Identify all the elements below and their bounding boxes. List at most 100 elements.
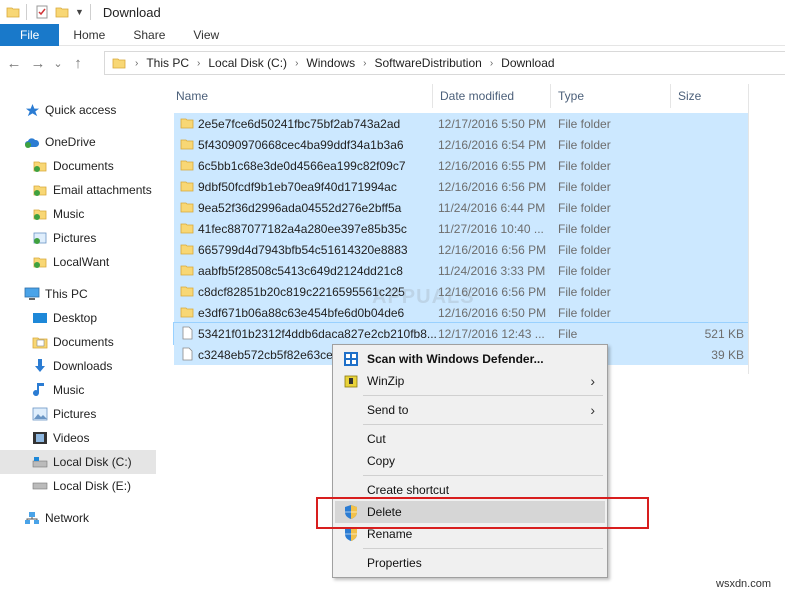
menu-item-winzip[interactable]: WinZip › — [335, 370, 605, 392]
table-row[interactable]: 53421f01b2312f4ddb6daca827e2cb210fb8... 1… — [173, 322, 749, 345]
music-note-icon — [32, 382, 48, 398]
back-arrow-icon: ← — [6, 54, 22, 72]
file-type: File folder — [558, 242, 611, 257]
customize-dropdown-icon[interactable]: ▼ — [75, 7, 84, 17]
sidebar-item-music-onedrive[interactable]: Music — [32, 202, 84, 226]
back-button[interactable]: ← — [4, 53, 24, 73]
folder-icon — [180, 223, 194, 234]
tab-home[interactable]: Home — [59, 24, 119, 46]
breadcrumb-softwaredistribution[interactable]: SoftwareDistribution — [374, 56, 481, 70]
pictures-synced-icon — [32, 230, 48, 246]
title-separator-2 — [89, 4, 91, 20]
table-row[interactable]: 5f43090970668cec4ba99ddf34a1b3a6 12/16/20… — [174, 134, 748, 155]
sidebar-item-label: OneDrive — [45, 135, 96, 149]
menu-item-properties[interactable]: Properties — [335, 552, 605, 574]
breadcrumb-separator-icon: › — [489, 57, 494, 69]
sidebar-item-email-attachments[interactable]: Email attachments — [32, 178, 152, 202]
forward-button[interactable]: → — [28, 53, 48, 73]
winzip-icon — [344, 375, 358, 388]
sidebar-item-this-pc[interactable]: This PC — [24, 282, 88, 306]
date-modified: 11/24/2016 6:44 PM — [438, 200, 546, 215]
table-row[interactable]: 9ea52f36d2996ada04552d276e2bff5a 11/24/20… — [174, 197, 748, 218]
sidebar-item-pictures[interactable]: Pictures — [32, 402, 96, 426]
menu-item-copy[interactable]: Copy — [335, 450, 605, 472]
folder-icon — [180, 160, 194, 171]
file-size: 39 KB — [711, 347, 744, 362]
tab-share[interactable]: Share — [119, 24, 179, 46]
sidebar-item-label: This PC — [45, 287, 88, 301]
drive-icon — [32, 478, 48, 494]
chevron-down-icon: ⌄ — [53, 57, 63, 70]
submenu-arrow-icon: › — [590, 373, 595, 389]
sidebar-item-localwant[interactable]: LocalWant — [32, 250, 109, 274]
folder-icon — [180, 286, 194, 297]
sidebar-item-local-disk-c[interactable]: Local Disk (C:) — [0, 450, 156, 474]
folder-synced-icon — [32, 254, 48, 270]
properties-check-icon[interactable] — [35, 5, 49, 19]
table-row[interactable]: aabfb5f28508c5413c649d2124dd21c8 11/24/20… — [174, 260, 748, 281]
ribbon-tabs: File Home Share View — [0, 24, 785, 46]
breadcrumb-this-pc[interactable]: This PC — [146, 56, 189, 70]
table-row[interactable]: 665799d4d7943bfb54c51614320e8883 12/16/20… — [174, 239, 748, 260]
folder-synced-icon — [32, 182, 48, 198]
drive-windows-icon — [32, 454, 48, 470]
sidebar-item-label: LocalWant — [53, 255, 110, 269]
file-type: File folder — [558, 200, 611, 215]
table-row[interactable]: 9dbf50fcdf9b1eb70ea9f40d171994ac 12/16/20… — [174, 176, 748, 197]
documents-icon — [32, 334, 48, 350]
menu-item-label: Cut — [367, 432, 386, 446]
folder-icon — [180, 307, 194, 318]
table-row[interactable]: 6c5bb1c68e3de0d4566ea199c82f09c7 12/16/20… — [174, 155, 748, 176]
up-button[interactable]: ↑ — [68, 53, 88, 73]
desktop-icon — [32, 310, 48, 326]
site-watermark: wsxdn.com — [716, 578, 772, 590]
network-icon — [24, 510, 40, 526]
folder-icon — [180, 181, 194, 192]
sidebar-item-desktop[interactable]: Desktop — [32, 306, 97, 330]
sidebar-item-documents-onedrive[interactable]: Documents — [32, 154, 114, 178]
recent-locations-button[interactable]: ⌄ — [52, 53, 64, 73]
file-icon — [182, 347, 193, 361]
file-type: File folder — [558, 284, 611, 299]
menu-item-cut[interactable]: Cut — [335, 428, 605, 450]
file-type: File folder — [558, 221, 611, 236]
computer-icon — [24, 286, 40, 302]
sidebar-item-videos[interactable]: Videos — [32, 426, 89, 450]
sidebar-item-label: Pictures — [53, 231, 97, 245]
date-modified: 12/16/2016 6:56 PM — [438, 179, 547, 194]
sidebar-item-local-disk-e[interactable]: Local Disk (E:) — [32, 474, 131, 498]
window-title: Download — [102, 4, 161, 20]
breadcrumb-windows[interactable]: Windows — [306, 56, 355, 70]
sidebar-item-onedrive[interactable]: OneDrive — [24, 130, 96, 154]
star-icon — [24, 102, 40, 118]
menu-item-scan-defender[interactable]: Scan with Windows Defender... — [335, 348, 605, 370]
new-folder-icon[interactable] — [55, 5, 69, 19]
sidebar-item-music[interactable]: Music — [32, 378, 84, 402]
sidebar-item-downloads[interactable]: Downloads — [32, 354, 112, 378]
tab-file[interactable]: File — [0, 24, 60, 46]
column-header-type[interactable]: Type — [550, 84, 670, 108]
column-header-date[interactable]: Date modified — [432, 84, 550, 108]
folder-icon[interactable] — [6, 5, 20, 19]
file-name: 9dbf50fcdf9b1eb70ea9f40d171994ac — [198, 179, 397, 194]
sidebar-item-documents[interactable]: Documents — [32, 330, 114, 354]
address-bar[interactable]: › This PC › Local Disk (C:) › Windows › … — [104, 51, 785, 75]
breadcrumb-separator-icon: › — [135, 57, 139, 69]
sidebar-item-pictures-onedrive[interactable]: Pictures — [32, 226, 96, 250]
column-header-name[interactable]: Name — [168, 84, 432, 108]
scrollbar-track[interactable] — [748, 84, 749, 374]
menu-item-label: WinZip — [367, 374, 405, 388]
menu-item-label: Copy — [367, 454, 396, 468]
table-row[interactable]: 41fec887077182a4a280ee397e85b35c 11/27/20… — [174, 218, 748, 239]
breadcrumb-local-disk[interactable]: Local Disk (C:) — [208, 56, 287, 70]
table-row[interactable]: 2e5e7fce6d50241fbc75bf2ab743a2ad 12/17/20… — [174, 113, 748, 134]
sidebar-item-quick-access[interactable]: Quick access — [24, 98, 116, 122]
menu-item-send-to[interactable]: Send to › — [335, 399, 605, 421]
column-header-size[interactable]: Size — [670, 84, 750, 108]
menu-separator — [363, 475, 603, 476]
sidebar-item-network[interactable]: Network — [24, 506, 89, 530]
file-type: File folder — [558, 137, 611, 152]
file-name: 41fec887077182a4a280ee397e85b35c — [198, 221, 407, 236]
breadcrumb-download[interactable]: Download — [501, 56, 554, 70]
tab-view[interactable]: View — [179, 24, 233, 46]
